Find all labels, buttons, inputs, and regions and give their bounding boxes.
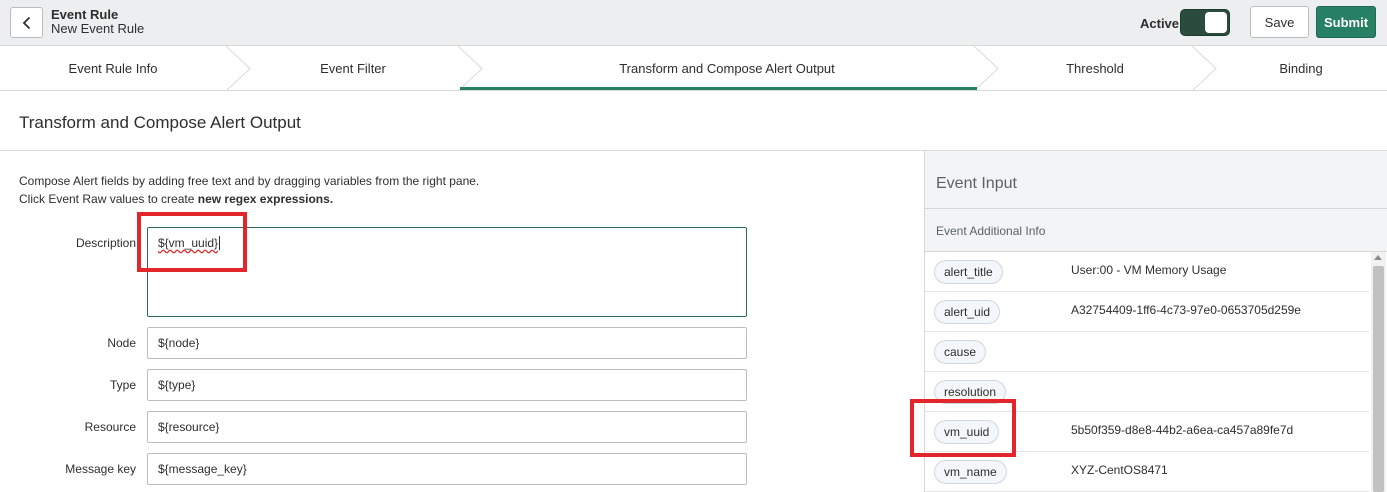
message-key-label: Message key [65, 462, 136, 476]
header-bar: Event Rule New Event Rule Active Save Su… [0, 0, 1387, 46]
event-input-title: Event Input [936, 175, 1017, 192]
event-additional-info-title: Event Additional Info [936, 224, 1046, 238]
list-item: cause [925, 332, 1369, 372]
step-threshold[interactable]: Threshold [995, 46, 1195, 91]
message-key-field[interactable]: ${message_key} [147, 453, 747, 485]
save-button[interactable]: Save [1250, 6, 1309, 38]
chevron-left-icon [22, 16, 30, 29]
regex-link[interactable]: new regex expressions. [198, 192, 333, 206]
event-additional-info-header: Event Additional Info [925, 209, 1387, 252]
step-label: Event Filter [320, 61, 386, 76]
description-label: Description [75, 236, 136, 250]
highlight-box-vm-uuid [910, 399, 1016, 457]
section-title: Transform and Compose Alert Output [19, 113, 301, 132]
type-label: Type [109, 378, 136, 392]
node-field[interactable]: ${node} [147, 327, 747, 359]
intro-line-2: Click Event Raw values to create new reg… [19, 190, 479, 208]
wizard-steps: Event Rule Info Event Filter Transform a… [0, 46, 1387, 91]
variable-value[interactable]: User:00 - VM Memory Usage [1071, 263, 1226, 277]
scrollbar[interactable] [1371, 252, 1386, 492]
step-event-filter[interactable]: Event Filter [240, 46, 466, 91]
active-step-indicator [460, 87, 977, 90]
toggle-knob [1205, 12, 1227, 33]
node-label: Node [107, 336, 136, 350]
type-value: ${type} [158, 378, 196, 392]
record-title: Event Rule New Event Rule [51, 8, 144, 36]
variable-pill-cause[interactable]: cause [934, 340, 987, 364]
step-label: Event Rule Info [68, 61, 158, 76]
variable-value[interactable]: XYZ-CentOS8471 [1071, 463, 1168, 477]
resource-value: ${resource} [158, 420, 220, 434]
resource-field[interactable]: ${resource} [147, 411, 747, 443]
back-button[interactable] [10, 7, 43, 38]
intro-line-2-prefix: Click Event Raw values to create [19, 192, 198, 206]
variable-pill-alert-title[interactable]: alert_title [934, 260, 1003, 284]
resource-label: Resource [84, 420, 136, 434]
list-item: vm_name XYZ-CentOS8471 [925, 452, 1369, 492]
list-item: alert_title User:00 - VM Memory Usage [925, 252, 1369, 292]
type-field[interactable]: ${type} [147, 369, 747, 401]
scroll-thumb[interactable] [1373, 266, 1384, 492]
highlight-box-description [137, 212, 247, 272]
node-value: ${node} [158, 336, 200, 350]
active-label: Active [1140, 16, 1180, 31]
message-key-value: ${message_key} [158, 462, 247, 476]
intro-text: Compose Alert fields by adding free text… [19, 172, 479, 208]
form-subtitle: New Event Rule [51, 21, 145, 36]
step-label: Binding [1279, 61, 1323, 76]
variable-pill-vm-name[interactable]: vm_name [934, 460, 1007, 484]
variable-value[interactable]: A32754409-1ff6-4c73-97e0-0653705d259e [1071, 303, 1301, 317]
step-label: Transform and Compose Alert Output [619, 61, 835, 76]
scroll-up-icon[interactable] [1374, 255, 1382, 260]
variable-value[interactable]: 5b50f359-d8e8-44b2-a6ea-ca457a89fe7d [1071, 423, 1293, 437]
submit-button[interactable]: Submit [1316, 6, 1376, 38]
intro-line-1: Compose Alert fields by adding free text… [19, 174, 480, 188]
step-binding[interactable]: Binding [1215, 46, 1387, 91]
step-event-rule-info[interactable]: Event Rule Info [0, 46, 226, 91]
form-title: Event Rule [51, 7, 119, 22]
list-item: alert_uid A32754409-1ff6-4c73-97e0-06537… [925, 292, 1369, 332]
step-transform-compose[interactable]: Transform and Compose Alert Output [477, 46, 977, 91]
variable-pill-alert-uid[interactable]: alert_uid [934, 300, 1001, 324]
event-input-header: Event Input [925, 151, 1387, 209]
step-label: Threshold [1066, 61, 1124, 76]
active-toggle[interactable] [1180, 9, 1230, 36]
